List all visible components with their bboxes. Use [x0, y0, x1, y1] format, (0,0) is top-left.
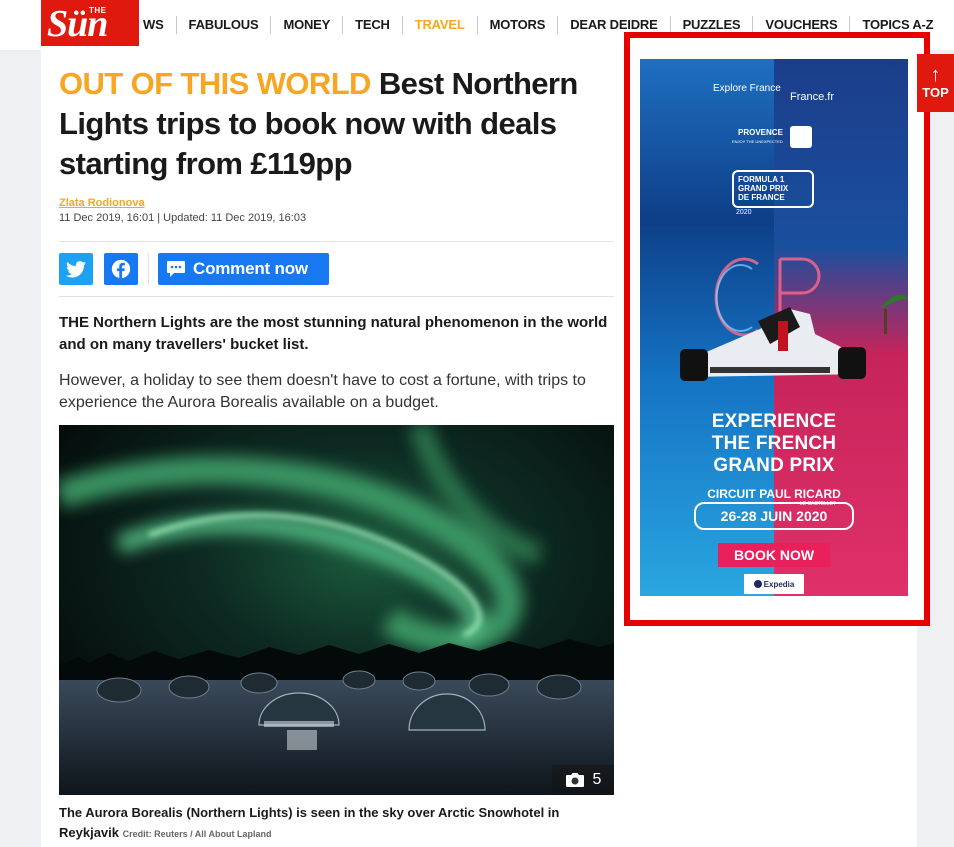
article-paragraph: However, a holiday to see them doesn't h… — [59, 372, 586, 411]
divider — [59, 296, 614, 297]
back-to-top-label: TOP — [922, 85, 949, 100]
comment-now-label: Comment now — [193, 259, 308, 278]
provence-tagline: ENJOY THE UNEXPECTED — [732, 139, 783, 144]
ad-headline: EXPERIENCE THE FRENCH GRAND PRIX — [640, 411, 908, 477]
expedia-icon — [753, 580, 762, 588]
logo-the: THE — [89, 6, 107, 15]
advertisement-french-grand-prix[interactable]: Explore France France.fr PROVENCE ENJOY … — [640, 59, 908, 596]
expedia-logo: Expedia — [744, 574, 804, 594]
expedia-label: Expedia — [763, 579, 795, 589]
headline-kicker: OUT OF THIS WORLD — [59, 66, 371, 101]
article-headline: OUT OF THIS WORLD Best Northern Lights t… — [59, 64, 614, 184]
facebook-icon — [111, 259, 131, 279]
explore-france-logo: Explore France — [713, 83, 781, 94]
arrow-up-icon: ↑ — [930, 64, 941, 86]
ad-circuit-name: CIRCUIT PAUL RICARD — [707, 487, 841, 501]
book-now-button[interactable]: BOOK NOW — [718, 543, 830, 567]
photo-caption: The Aurora Borealis (Northern Lights) is… — [59, 803, 614, 844]
france-fr-logo: France.fr — [790, 91, 835, 103]
ad-headline-line2: THE FRENCH — [711, 433, 837, 454]
provence-p-icon — [790, 126, 812, 148]
nav-item-fabulous[interactable]: FABULOUS — [177, 16, 272, 34]
photo-credit: Credit: Reuters / All About Lapland — [122, 829, 272, 839]
the-sun-logo[interactable]: Sün THE — [41, 0, 139, 46]
speech-bubble-icon — [167, 261, 185, 277]
camera-icon — [565, 773, 584, 787]
nav-item-tech[interactable]: TECH — [343, 16, 403, 34]
provence-logo: PROVENCE — [738, 128, 783, 137]
nav-item-news[interactable]: WS — [141, 16, 177, 34]
ad-headline-line3: GRAND PRIX — [713, 455, 835, 476]
f1-grand-prix-logo: FORMULA 1 GRAND PRIX DE FRANCE — [732, 170, 814, 208]
f1-logo-line1: FORMULA 1 — [738, 175, 785, 184]
article-dates: 11 Dec 2019, 16:01 | Updated: 11 Dec 201… — [59, 212, 307, 224]
explore-france-text: Explore France — [713, 83, 781, 94]
nav-item-money[interactable]: MONEY — [271, 16, 344, 34]
aurora-illustration — [59, 425, 614, 795]
photo-count-label: 5 — [592, 771, 602, 788]
divider — [59, 241, 614, 242]
article-lead: THE Northern Lights are the most stunnin… — [59, 314, 608, 353]
twitter-share-button[interactable] — [59, 253, 93, 285]
divider — [148, 253, 149, 285]
f1-logo-year: 2020 — [736, 209, 752, 216]
f1-logo-line3: DE FRANCE — [738, 193, 785, 202]
facebook-share-button[interactable] — [104, 253, 138, 285]
author-link[interactable]: Zlata Rodionova — [59, 197, 145, 209]
aurora-photo[interactable]: 5 — [59, 425, 614, 795]
photo-gallery-count[interactable]: 5 — [552, 765, 614, 795]
ad-event-dates: 26-28 JUIN 2020 — [694, 502, 854, 530]
ad-headline-line1: EXPERIENCE — [711, 411, 837, 432]
f1-logo-line2: GRAND PRIX — [738, 184, 789, 193]
twitter-icon — [66, 260, 86, 277]
nav-item-travel[interactable]: TRAVEL — [403, 16, 478, 34]
comment-now-button[interactable]: Comment now — [158, 253, 329, 285]
nav-item-motors[interactable]: MOTORS — [478, 16, 559, 34]
back-to-top-button[interactable]: ↑ TOP — [917, 54, 954, 112]
